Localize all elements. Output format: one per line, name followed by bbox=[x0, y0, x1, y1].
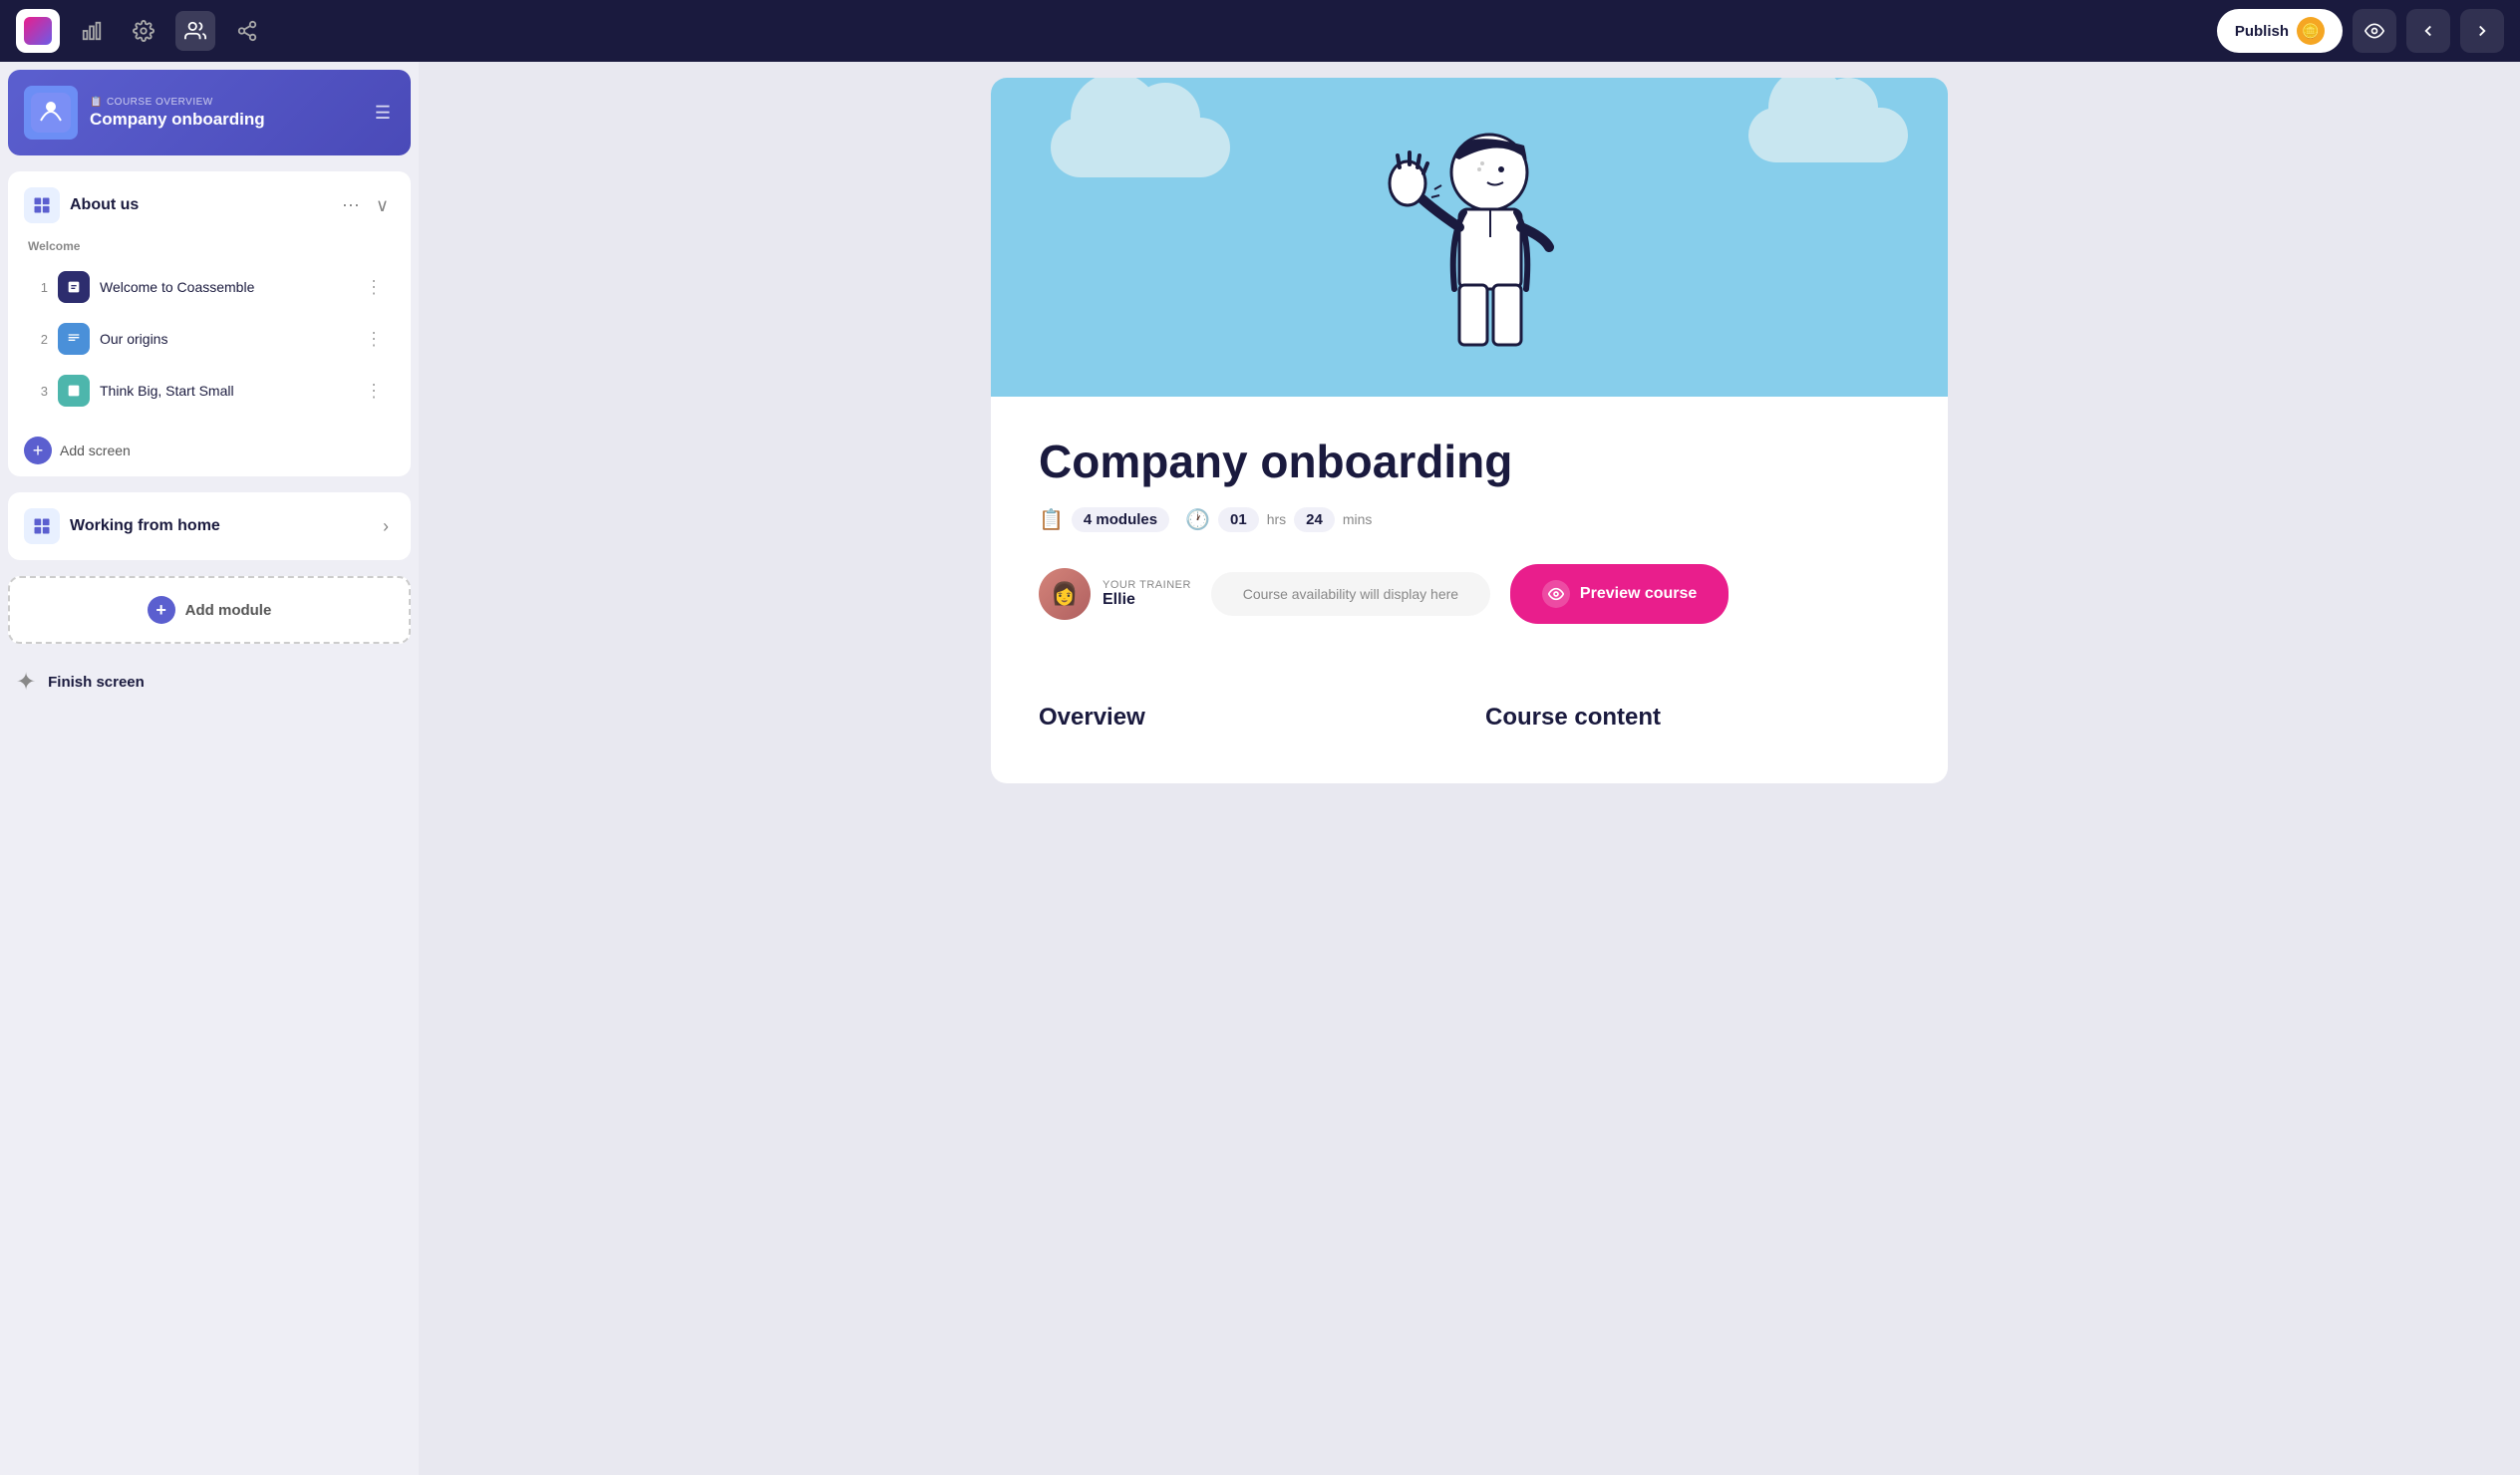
content-section: Course content bbox=[1485, 704, 1900, 743]
course-bottom: Overview Course content bbox=[991, 704, 1948, 783]
module-header-about-us: About us ⋯ ∨ bbox=[8, 171, 411, 239]
lesson-name-2: Our origins bbox=[100, 331, 351, 347]
preview-label: Preview course bbox=[1580, 585, 1697, 603]
mins-label: mins bbox=[1343, 511, 1373, 527]
trainer-avatar: 👩 bbox=[1039, 568, 1091, 620]
trainer-avatar-image: 👩 bbox=[1039, 568, 1091, 620]
sidebar: 📋 COURSE OVERVIEW Company onboarding ☰ A… bbox=[0, 62, 419, 1475]
lesson-options-1[interactable]: ⋮ bbox=[361, 275, 387, 300]
people-icon-button[interactable] bbox=[175, 11, 215, 51]
sidebar-course-title: Company onboarding bbox=[90, 110, 359, 130]
section-label-welcome: Welcome bbox=[24, 239, 395, 253]
content-heading: Course content bbox=[1485, 704, 1900, 732]
module-working-from-home[interactable]: Working from home › bbox=[8, 492, 411, 560]
module-options-button[interactable]: ⋯ bbox=[336, 191, 366, 220]
hrs-label: hrs bbox=[1267, 511, 1286, 527]
logo-button[interactable] bbox=[16, 9, 60, 53]
nav-right: Publish 🪙 bbox=[2217, 9, 2504, 53]
duration-hrs: 01 bbox=[1218, 507, 1259, 532]
lessons-section: Welcome 1 Welcome to Coassemble ⋮ 2 Our … bbox=[8, 239, 411, 429]
lesson-num-1: 1 bbox=[32, 280, 48, 295]
overview-section: Overview bbox=[1039, 704, 1453, 743]
course-meta: 📋 4 modules 🕐 01 hrs 24 mins bbox=[1039, 507, 1900, 532]
lesson-num-2: 2 bbox=[32, 332, 48, 347]
course-thumbnail bbox=[24, 86, 78, 140]
module-collapse-button[interactable]: ∨ bbox=[370, 191, 395, 220]
settings-icon-button[interactable] bbox=[124, 11, 163, 51]
course-info-section: Company onboarding 📋 4 modules 🕐 01 hrs … bbox=[991, 397, 1948, 704]
module-about-us: About us ⋯ ∨ Welcome 1 Welcome to Coasse… bbox=[8, 171, 411, 476]
clock-icon: 🕐 bbox=[1185, 507, 1210, 532]
add-screen-label: Add screen bbox=[60, 442, 131, 458]
top-navigation: Publish 🪙 bbox=[0, 0, 2520, 62]
modules-meta: 📋 4 modules bbox=[1039, 507, 1169, 532]
duration-meta: 🕐 01 hrs 24 mins bbox=[1185, 507, 1372, 532]
add-module-button[interactable]: + Add module bbox=[8, 576, 411, 644]
preview-eye-icon bbox=[1542, 580, 1570, 608]
module-title-about-us: About us bbox=[70, 196, 326, 214]
lesson-icon-2 bbox=[58, 323, 90, 355]
lesson-1[interactable]: 1 Welcome to Coassemble ⋮ bbox=[24, 261, 395, 313]
lesson-options-2[interactable]: ⋮ bbox=[361, 327, 387, 352]
add-screen-icon: + bbox=[24, 437, 52, 464]
availability-badge: Course availability will display here bbox=[1211, 572, 1490, 616]
duration-mins: 24 bbox=[1294, 507, 1335, 532]
modules-icon: 📋 bbox=[1039, 507, 1064, 532]
trainer-info: 👩 YOUR TRAINER Ellie bbox=[1039, 568, 1191, 620]
lesson-3[interactable]: 3 Think Big, Start Small ⋮ bbox=[24, 365, 395, 417]
module-icon-wfh bbox=[24, 508, 60, 544]
hero-image bbox=[991, 78, 1948, 397]
lesson-name-1: Welcome to Coassemble bbox=[100, 279, 351, 295]
finish-screen-item[interactable]: ✦ Finish screen bbox=[0, 652, 419, 713]
publish-button[interactable]: Publish 🪙 bbox=[2217, 9, 2343, 53]
module-icon-about-us bbox=[24, 187, 60, 223]
main-layout: 📋 COURSE OVERVIEW Company onboarding ☰ A… bbox=[0, 62, 2520, 1475]
preview-icon-button[interactable] bbox=[2353, 9, 2396, 53]
module-expand-wfh[interactable]: › bbox=[377, 512, 395, 541]
finish-screen-icon: ✦ bbox=[16, 668, 36, 697]
publish-label: Publish bbox=[2235, 23, 2289, 40]
module-title-wfh: Working from home bbox=[70, 517, 367, 535]
nav-left bbox=[16, 9, 267, 53]
preview-course-button[interactable]: Preview course bbox=[1510, 564, 1729, 624]
course-preview-card: Company onboarding 📋 4 modules 🕐 01 hrs … bbox=[991, 78, 1948, 783]
add-module-icon: + bbox=[148, 596, 175, 624]
add-screen-button[interactable]: + Add screen bbox=[16, 429, 139, 472]
logo-icon bbox=[24, 17, 52, 45]
lesson-icon-1 bbox=[58, 271, 90, 303]
add-module-label: Add module bbox=[185, 602, 272, 619]
analytics-icon-button[interactable] bbox=[72, 11, 112, 51]
course-overview-label: 📋 COURSE OVERVIEW bbox=[90, 97, 359, 108]
trainer-label: YOUR TRAINER bbox=[1102, 579, 1191, 591]
course-header-info: 📋 COURSE OVERVIEW Company onboarding bbox=[90, 97, 359, 130]
overview-heading: Overview bbox=[1039, 704, 1453, 732]
trainer-details: YOUR TRAINER Ellie bbox=[1102, 579, 1191, 609]
share-icon-button[interactable] bbox=[227, 11, 267, 51]
cloud-right bbox=[1748, 108, 1908, 162]
trainer-name: Ellie bbox=[1102, 591, 1191, 609]
lesson-num-3: 3 bbox=[32, 384, 48, 399]
course-actions: 👩 YOUR TRAINER Ellie Course availability… bbox=[1039, 564, 1900, 624]
sidebar-menu-button[interactable]: ☰ bbox=[371, 99, 395, 128]
modules-count: 4 modules bbox=[1072, 507, 1169, 532]
module-actions-about-us: ⋯ ∨ bbox=[336, 191, 395, 220]
publish-coin-icon: 🪙 bbox=[2297, 17, 2325, 45]
lesson-options-3[interactable]: ⋮ bbox=[361, 379, 387, 404]
course-main-title: Company onboarding bbox=[1039, 437, 1900, 487]
back-button[interactable] bbox=[2406, 9, 2450, 53]
lesson-name-3: Think Big, Start Small bbox=[100, 383, 351, 399]
lesson-2[interactable]: 2 Our origins ⋮ bbox=[24, 313, 395, 365]
main-content: Company onboarding 📋 4 modules 🕐 01 hrs … bbox=[419, 62, 2520, 1475]
course-header[interactable]: 📋 COURSE OVERVIEW Company onboarding ☰ bbox=[8, 70, 411, 155]
cloud-left bbox=[1051, 118, 1230, 177]
lesson-icon-3 bbox=[58, 375, 90, 407]
forward-button[interactable] bbox=[2460, 9, 2504, 53]
character-illustration bbox=[1360, 118, 1579, 397]
finish-screen-label: Finish screen bbox=[48, 674, 145, 691]
